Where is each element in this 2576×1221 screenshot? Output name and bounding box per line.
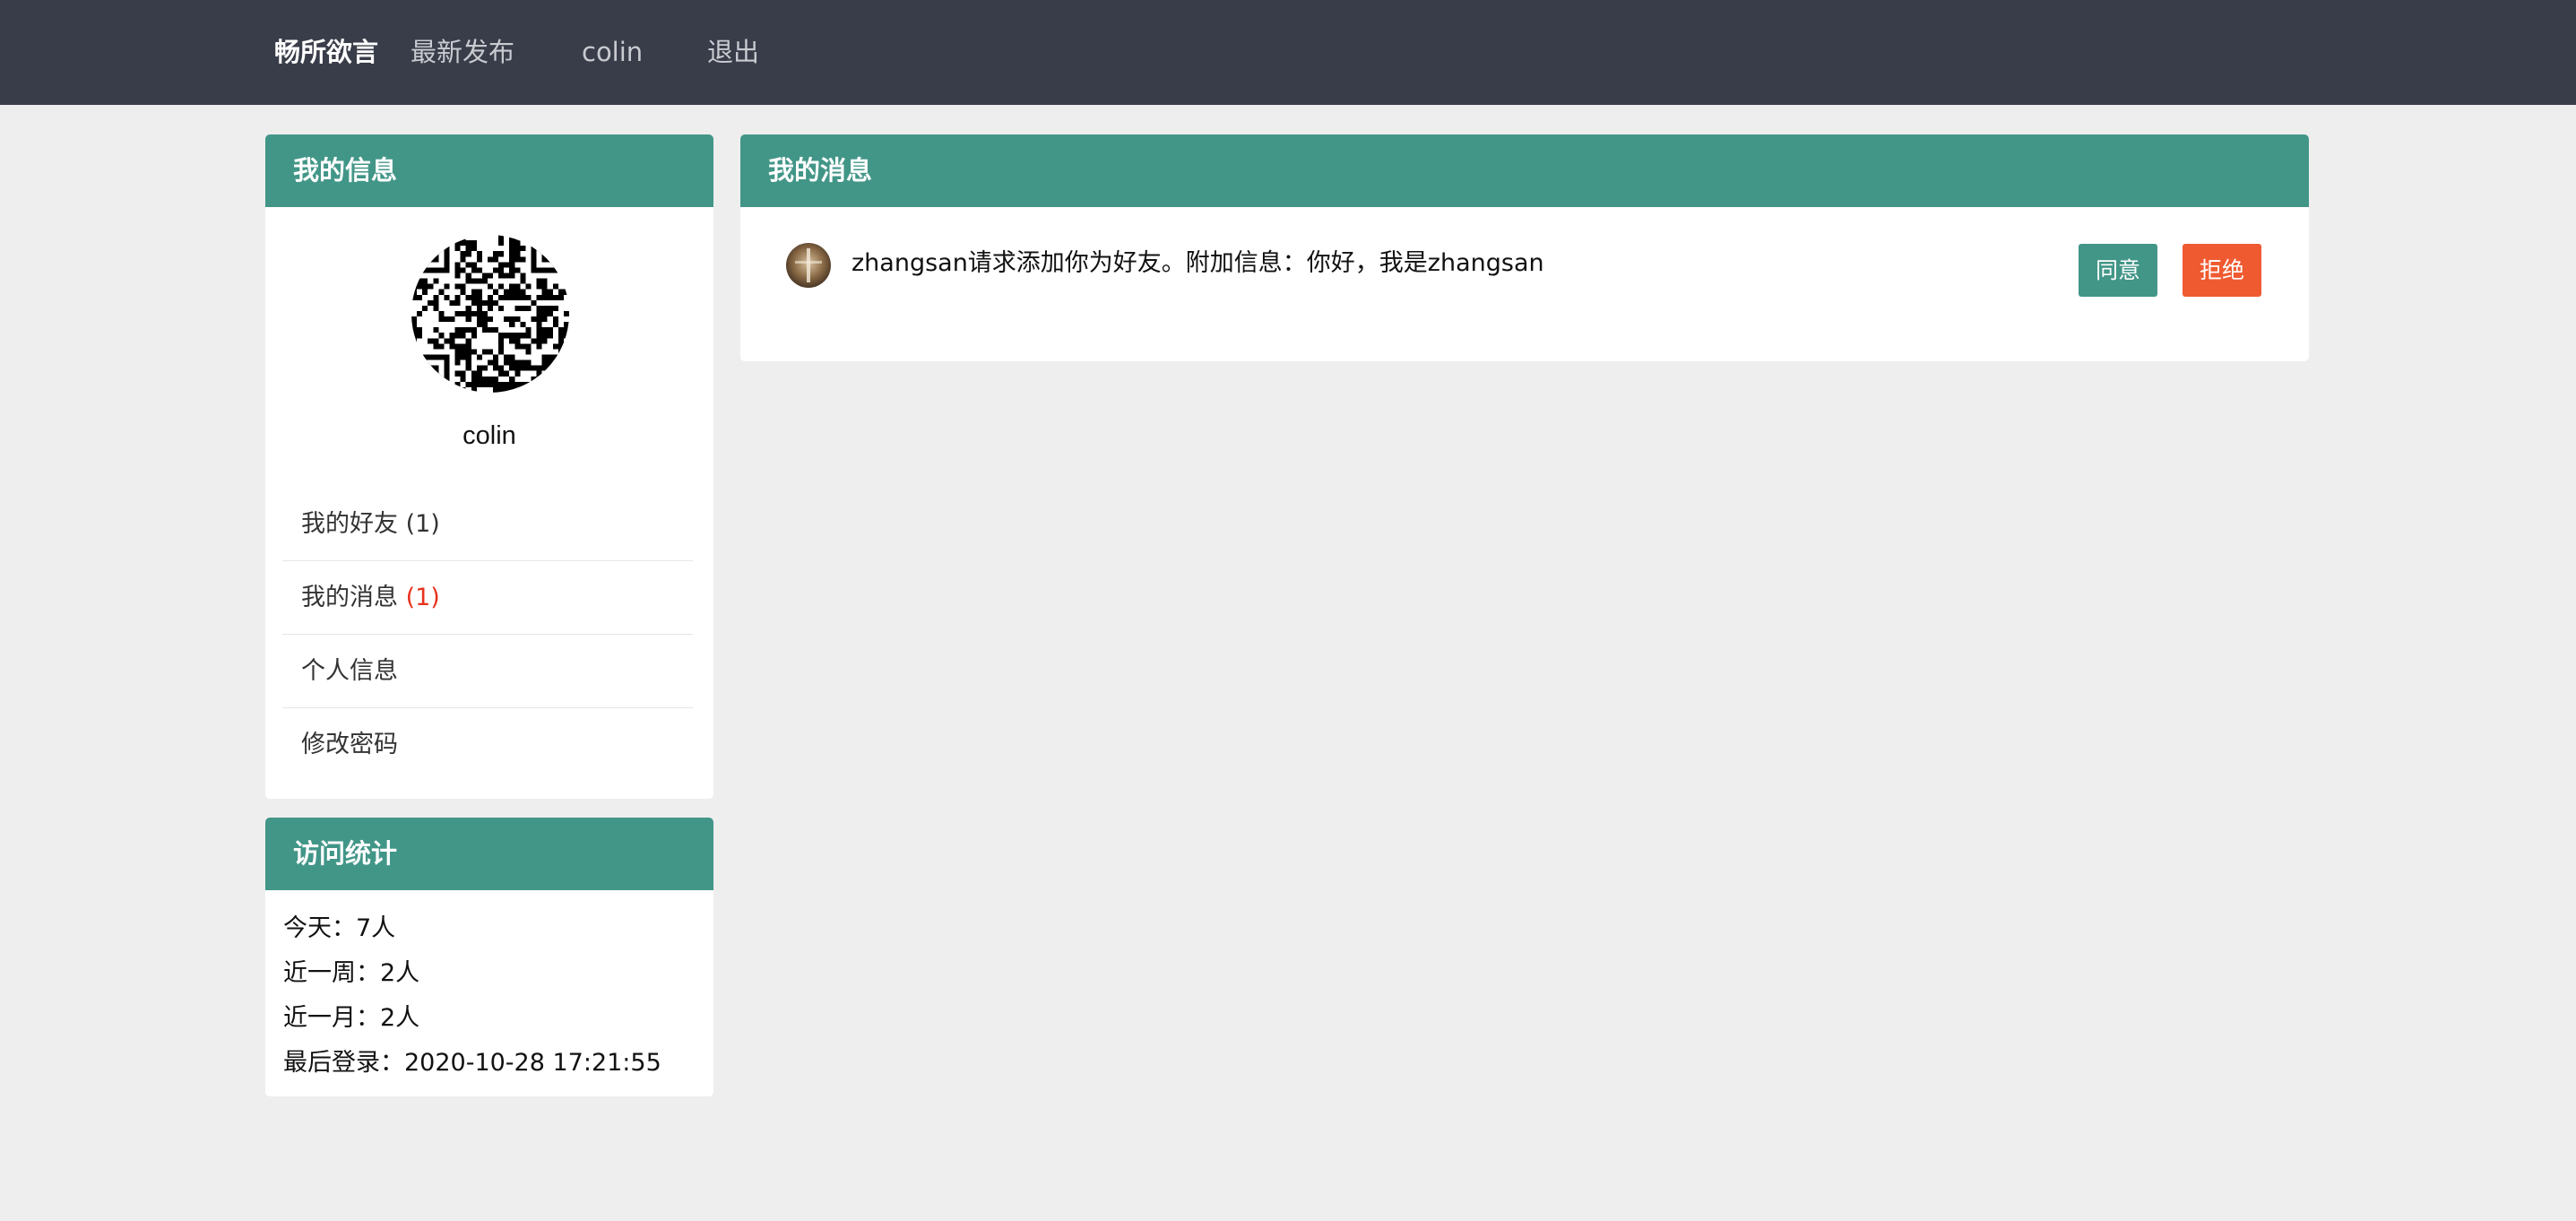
messages-count-badge: (1) xyxy=(405,584,440,611)
friend-request-message: zhangsan请求添加你为好友。附加信息：你好，我是zhangsan xyxy=(851,249,1544,277)
menu-item-profile[interactable]: 个人信息 xyxy=(282,635,693,708)
top-nav: 畅所欲言 最新发布 colin 退出 xyxy=(0,0,2576,105)
nav-latest-link[interactable]: 最新发布 xyxy=(411,0,514,105)
nav-logout-link[interactable]: 退出 xyxy=(707,0,759,105)
nav-user-link[interactable]: colin xyxy=(582,0,643,105)
friends-count: (1) xyxy=(405,510,440,538)
menu-item-label: 修改密码 xyxy=(301,731,398,758)
stat-today: 今天：7人 xyxy=(283,914,396,942)
messages-title: 我的消息 xyxy=(740,134,2309,207)
visit-stats-title: 访问统计 xyxy=(265,818,713,890)
menu-item-label: 我的消息 xyxy=(301,584,398,611)
stat-last-login: 最后登录：2020-10-28 17:21:55 xyxy=(283,1049,661,1077)
reject-button[interactable]: 拒绝 xyxy=(2183,244,2261,297)
menu-item-messages[interactable]: 我的消息 (1) xyxy=(282,561,693,635)
messages-panel: 我的消息 zhangsan请求添加你为好友。附加信息：你好，我是zhangsan… xyxy=(740,134,2309,361)
visit-stats-panel: 访问统计 今天：7人 近一周：2人 近一月：2人 最后登录：2020-10-28… xyxy=(265,818,713,1096)
stat-month: 近一月：2人 xyxy=(283,1004,420,1032)
my-info-panel: 我的信息 colin 我的好友 (1) 我的消息 (1) 个人信息 修改密码 xyxy=(265,134,713,799)
menu-item-label: 我的好友 xyxy=(301,510,398,538)
qr-code-image xyxy=(411,235,569,393)
profile-username: colin xyxy=(462,421,516,450)
menu-item-change-password[interactable]: 修改密码 xyxy=(282,708,693,782)
stat-week: 近一周：2人 xyxy=(283,959,420,987)
menu-item-friends[interactable]: 我的好友 (1) xyxy=(282,488,693,561)
sender-avatar xyxy=(786,243,831,288)
qr-code-avatar xyxy=(411,235,569,393)
profile-menu: 我的好友 (1) 我的消息 (1) 个人信息 修改密码 xyxy=(282,488,693,782)
agree-button[interactable]: 同意 xyxy=(2079,244,2157,297)
menu-item-label: 个人信息 xyxy=(301,657,398,685)
my-info-title: 我的信息 xyxy=(265,134,713,207)
nav-brand-link[interactable]: 畅所欲言 xyxy=(274,0,378,105)
